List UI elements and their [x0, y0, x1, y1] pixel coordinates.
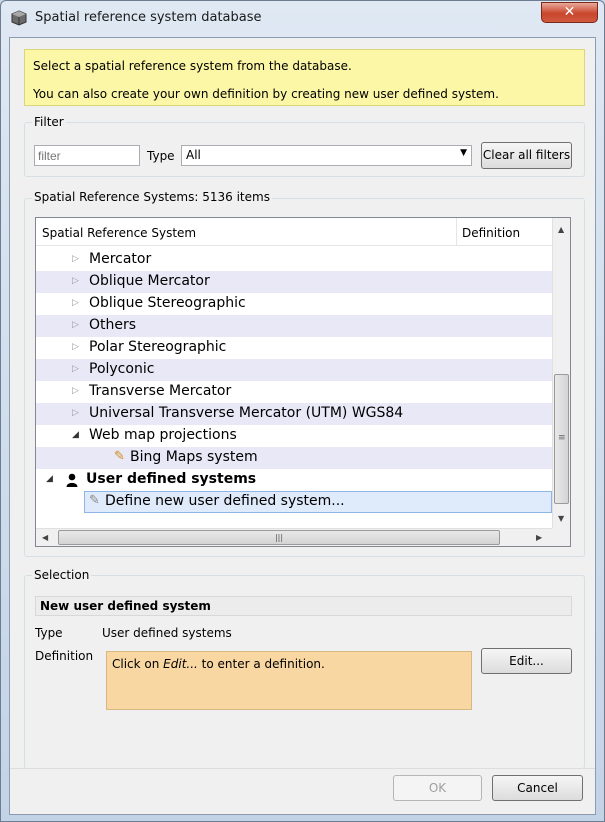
expand-arrow-icon[interactable]: ▷ — [72, 298, 79, 308]
tree-row-oblique-mercator[interactable]: ▷ Oblique Mercator — [36, 271, 552, 293]
cancel-button[interactable]: Cancel — [492, 775, 583, 801]
selection-type-value: User defined systems — [102, 626, 232, 640]
type-select-value: All — [186, 148, 201, 162]
dialog-body: Select a spatial reference system from t… — [9, 37, 596, 815]
pencil-icon: ✎ — [89, 493, 100, 508]
tree-row-bing-maps-system[interactable]: ✎ Bing Maps system — [36, 447, 552, 469]
tree-row-label: Polyconic — [89, 361, 155, 377]
footer-divider — [10, 768, 595, 769]
selection-group-title: Selection — [32, 568, 92, 582]
horizontal-scroll-thumb[interactable]: ||| — [58, 530, 500, 545]
type-label: Type — [147, 149, 175, 163]
column-header-definition[interactable]: Definition — [462, 226, 520, 240]
dropdown-arrow-icon: ▼ — [460, 148, 467, 158]
tree-row-user-defined-systems[interactable]: ◢ User defined systems — [36, 469, 552, 491]
tree-row-label: Universal Transverse Mercator (UTM) WGS8… — [89, 405, 404, 421]
info-line-2: You can also create your own definition … — [33, 87, 499, 101]
window-title: Spatial reference system database — [35, 10, 262, 25]
tree-row-polyconic[interactable]: ▷ Polyconic — [36, 359, 552, 381]
tree-row-label: Define new user defined system... — [105, 493, 345, 509]
close-button[interactable]: ✕ — [541, 2, 598, 23]
definition-box: Click on Edit... to enter a definition. — [106, 651, 472, 710]
column-divider[interactable] — [456, 218, 457, 246]
tree-row-label: Web map projections — [89, 427, 237, 443]
tree-header: Spatial Reference System Definition — [36, 218, 552, 246]
tree-row-web-map-projections[interactable]: ◢ Web map projections — [36, 425, 552, 447]
edit-button[interactable]: Edit... — [481, 648, 572, 674]
vertical-scroll-thumb[interactable]: ≡ — [554, 374, 569, 504]
tree-row-label: Polar Stereographic — [89, 339, 227, 355]
selected-system-name: New user defined system — [35, 596, 572, 616]
tree-row-label: Others — [89, 317, 137, 333]
horizontal-scrollbar[interactable]: ◀ ||| ▶ — [36, 528, 552, 546]
systems-group-title: Spatial Reference Systems: 5136 items — [32, 190, 272, 204]
expand-arrow-icon[interactable]: ▷ — [72, 320, 79, 330]
tree-row-label: Mercator — [89, 251, 152, 267]
user-icon — [66, 473, 78, 487]
tree-row-others[interactable]: ▷ Others — [36, 315, 552, 337]
tree-row-label: Bing Maps system — [130, 449, 258, 465]
grip-icon: ≡ — [558, 433, 566, 443]
expand-arrow-icon[interactable]: ▷ — [72, 276, 79, 286]
vertical-scrollbar[interactable]: ▲ ≡ ▼ — [552, 218, 570, 528]
scroll-up-arrow-icon[interactable]: ▲ — [558, 225, 564, 234]
tree-row-oblique-stereographic[interactable]: ▷ Oblique Stereographic — [36, 293, 552, 315]
tree-row-label: User defined systems — [86, 471, 257, 487]
scrollbar-corner — [552, 528, 570, 546]
tree-row-define-new-system[interactable]: ✎ Define new user defined system... — [84, 491, 552, 513]
filter-input[interactable] — [34, 145, 140, 166]
tree-row-transverse-mercator[interactable]: ▷ Transverse Mercator — [36, 381, 552, 403]
collapse-arrow-icon[interactable]: ◢ — [46, 474, 53, 484]
expand-arrow-icon[interactable]: ▷ — [72, 364, 79, 374]
selection-definition-label: Definition — [35, 649, 94, 663]
expand-arrow-icon[interactable]: ▷ — [72, 342, 79, 352]
selection-type-label: Type — [35, 626, 63, 640]
ok-button[interactable]: OK — [393, 775, 482, 801]
expand-arrow-icon[interactable]: ▷ — [72, 408, 79, 418]
dialog-window: Spatial reference system database ✕ Sele… — [0, 0, 605, 822]
tree-row-label: Oblique Mercator — [89, 273, 210, 289]
title-bar[interactable]: Spatial reference system database ✕ — [1, 1, 604, 35]
clear-all-filters-button[interactable]: Clear all filters — [481, 142, 572, 169]
tree-row-label: Oblique Stereographic — [89, 295, 246, 311]
collapse-arrow-icon[interactable]: ◢ — [72, 430, 79, 440]
scroll-down-arrow-icon[interactable]: ▼ — [558, 514, 564, 523]
expand-arrow-icon[interactable]: ▷ — [72, 254, 79, 264]
info-line-1: Select a spatial reference system from t… — [33, 59, 352, 73]
expand-arrow-icon[interactable]: ▷ — [72, 386, 79, 396]
tree-row-label: Transverse Mercator — [89, 383, 232, 399]
tree-row-mercator[interactable]: ▷ Mercator — [36, 249, 552, 271]
systems-tree[interactable]: Spatial Reference System Definition ▷ Me… — [35, 217, 571, 547]
definition-suffix: to enter a definition. — [197, 657, 325, 671]
database-cube-icon — [11, 10, 27, 26]
column-header-system[interactable]: Spatial Reference System — [42, 226, 196, 240]
filter-group-title: Filter — [32, 115, 66, 129]
info-banner: Select a spatial reference system from t… — [24, 49, 585, 106]
definition-prefix: Click on — [112, 657, 164, 671]
pencil-icon: ✎ — [114, 449, 125, 464]
type-select[interactable]: All ▼ — [181, 145, 472, 166]
definition-edit-hint: Edit... — [163, 657, 198, 671]
tree-row-utm-wgs84[interactable]: ▷ Universal Transverse Mercator (UTM) WG… — [36, 403, 552, 425]
scroll-left-arrow-icon[interactable]: ◀ — [42, 533, 48, 542]
scroll-right-arrow-icon[interactable]: ▶ — [536, 533, 542, 542]
tree-row-polar-stereographic[interactable]: ▷ Polar Stereographic — [36, 337, 552, 359]
